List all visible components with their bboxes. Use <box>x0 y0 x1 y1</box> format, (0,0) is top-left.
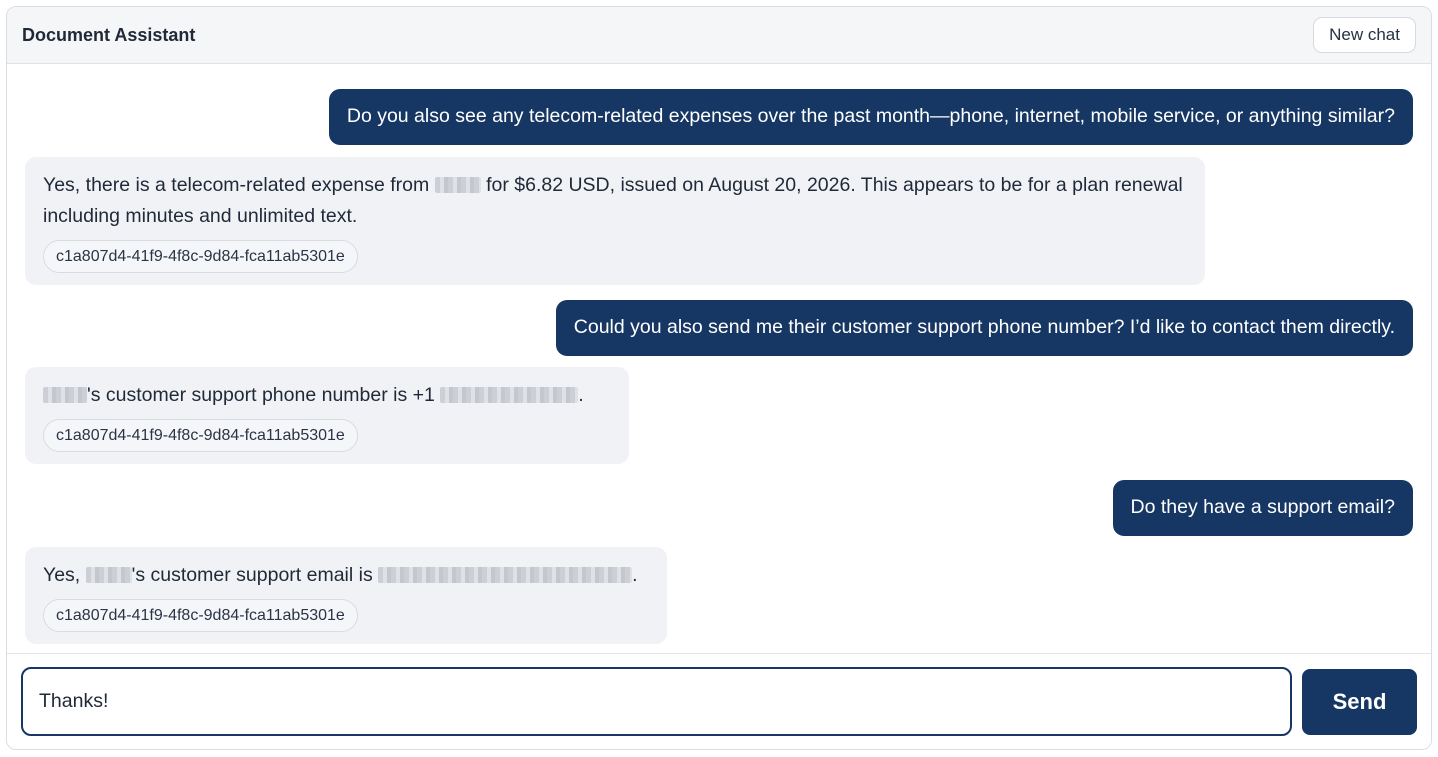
message-text: Yes, 's customer support email is . <box>43 560 649 591</box>
message-input[interactable] <box>21 667 1292 736</box>
message-text-segment: Yes, there is a telecom-related expense … <box>43 174 435 196</box>
message-text: Yes, there is a telecom-related expense … <box>43 170 1187 232</box>
app-title: Document Assistant <box>22 25 196 45</box>
message-text-segment: Yes, <box>43 564 86 586</box>
message-list[interactable]: Do you also see any telecom-related expe… <box>7 64 1431 653</box>
citation-chip[interactable]: c1a807d4-41f9-4f8c-9d84-fca11ab5301e <box>43 240 358 273</box>
new-chat-button[interactable]: New chat <box>1313 17 1416 53</box>
redacted-vendor-name <box>43 387 87 403</box>
redacted-email-address <box>378 567 633 583</box>
message-composer: Send <box>7 653 1431 749</box>
redacted-vendor-name <box>434 177 481 193</box>
citation-chip[interactable]: c1a807d4-41f9-4f8c-9d84-fca11ab5301e <box>43 419 358 452</box>
message-text-segment: 's customer support phone number is +1 <box>87 384 441 406</box>
message-text: 's customer support phone number is +1 . <box>43 380 611 411</box>
user-message: Do they have a support email? <box>1112 480 1413 536</box>
redacted-phone-number <box>440 387 579 403</box>
message-text-segment: . <box>632 564 638 586</box>
assistant-message: 's customer support phone number is +1 .… <box>25 367 629 464</box>
user-message: Do you also see any telecom-related expe… <box>328 89 1413 145</box>
chat-window: Document Assistant New chat Do you also … <box>6 6 1432 750</box>
assistant-message: Yes, there is a telecom-related expense … <box>25 157 1205 285</box>
citation-chip[interactable]: c1a807d4-41f9-4f8c-9d84-fca11ab5301e <box>43 599 358 632</box>
send-button[interactable]: Send <box>1302 669 1417 735</box>
message-text: Could you also send me their customer su… <box>573 316 1395 338</box>
chat-header: Document Assistant New chat <box>7 7 1431 64</box>
message-text-segment: 's customer support email is <box>131 564 379 586</box>
redacted-vendor-name <box>85 567 132 583</box>
assistant-message: Yes, 's customer support email is . c1a8… <box>25 547 667 644</box>
message-text: Do you also see any telecom-related expe… <box>346 105 1395 127</box>
message-text-segment: . <box>578 384 584 406</box>
message-text: Do they have a support email? <box>1130 496 1396 518</box>
user-message: Could you also send me their customer su… <box>555 300 1413 356</box>
